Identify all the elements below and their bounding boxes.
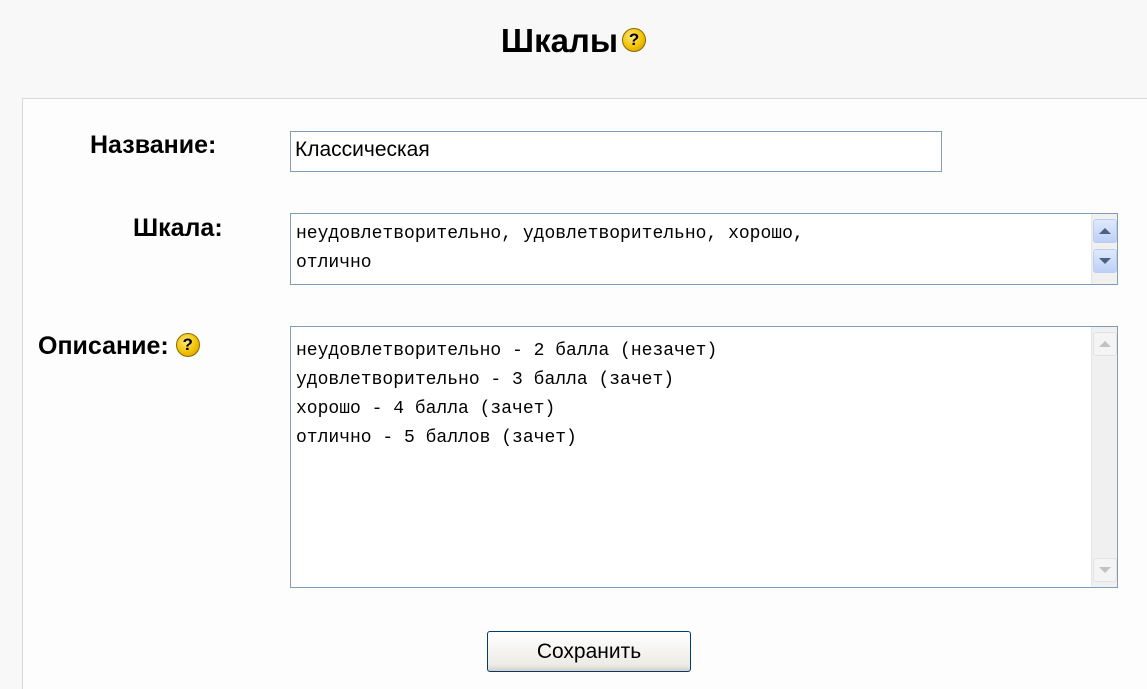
description-textarea-content: неудовлетворительно - 2 балла (незачет) … [296,341,718,448]
help-icon[interactable]: ? [622,28,647,53]
scale-label: Шкала: [133,214,223,242]
name-label: Название: [90,131,217,159]
scroll-down-button[interactable] [1093,558,1117,582]
page-title: Шкалы? [0,22,1147,60]
description-label-row: Описание: ? [38,332,200,361]
description-textarea[interactable]: неудовлетворительно - 2 балла (незачет) … [290,326,1118,588]
scale-textarea-content: неудовлетворительно, удовлетворительно, … [296,224,804,273]
chevron-down-icon [1099,567,1111,573]
chevron-up-icon [1099,341,1111,347]
page-title-text: Шкалы [500,22,619,59]
scroll-up-button[interactable] [1093,332,1117,356]
scroll-down-button[interactable] [1093,249,1117,273]
name-input[interactable]: Классическая [290,131,942,172]
scroll-up-button[interactable] [1093,219,1117,243]
chevron-up-icon [1099,228,1111,234]
description-scrollbar[interactable] [1091,327,1117,587]
description-label: Описание: [38,332,169,360]
scale-textarea[interactable]: неудовлетворительно, удовлетворительно, … [290,213,1118,285]
help-icon[interactable]: ? [175,333,200,358]
scale-scrollbar[interactable] [1091,214,1117,284]
save-button[interactable]: Сохранить [487,631,691,672]
chevron-down-icon [1099,258,1111,264]
